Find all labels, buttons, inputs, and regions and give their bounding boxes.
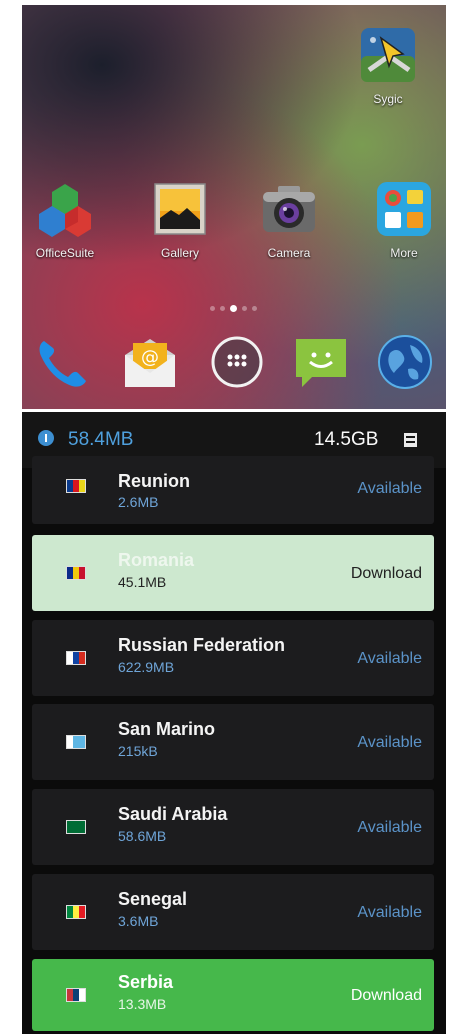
home-page-indicator — [210, 305, 257, 312]
map-name: Saudi Arabia — [118, 804, 228, 824]
map-row-serbia[interactable]: Serbia 13.3MB Download — [32, 959, 434, 1031]
map-status: Available — [357, 734, 422, 751]
page-dot — [210, 306, 215, 311]
app-camera[interactable]: Camera — [247, 180, 331, 260]
sygic-icon — [359, 26, 417, 84]
map-size: 2.6MB — [118, 494, 159, 510]
browser-globe-icon[interactable] — [376, 333, 434, 391]
map-status: Available — [357, 480, 422, 497]
map-name: San Marino — [118, 719, 216, 739]
app-officesuite[interactable]: OfficeSuite — [23, 180, 107, 260]
map-row-san-marino[interactable]: San Marino 215kB Available — [32, 704, 434, 780]
map-size: 45.1MB — [118, 574, 167, 590]
map-size: 215kB — [118, 743, 158, 759]
flag-icon — [66, 566, 86, 580]
app-label: Camera — [267, 246, 311, 260]
map-size: 13.3MB — [118, 996, 167, 1012]
app-label: Gallery — [160, 246, 199, 260]
map-download-screen: 58.4MB 14.5GB Reunion 2.6MB Available Ro… — [22, 412, 446, 1034]
map-name: Russian Federation — [118, 635, 286, 655]
sd-card-icon — [404, 433, 417, 447]
email-icon[interactable]: @ — [121, 333, 179, 391]
flag-icon — [66, 988, 86, 1002]
page-dot — [220, 306, 225, 311]
download-button[interactable]: Download — [351, 987, 422, 1005]
flag-icon — [66, 820, 86, 834]
page-dot-current — [230, 305, 237, 312]
flag-icon — [66, 905, 86, 919]
app-gallery[interactable]: Gallery — [138, 180, 222, 260]
app-label: OfficeSuite — [35, 246, 95, 260]
map-size: 622.9MB — [118, 659, 175, 675]
camera-icon — [260, 180, 318, 238]
map-status: Available — [357, 904, 422, 921]
map-name: Romania — [118, 550, 195, 570]
free-space-text: 14.5GB — [314, 429, 379, 450]
download-size-text: 58.4MB — [68, 429, 134, 450]
map-row-saudi-arabia[interactable]: Saudi Arabia 58.6MB Available — [32, 789, 434, 865]
map-status: Available — [357, 650, 422, 667]
map-size: 3.6MB — [118, 913, 159, 929]
page-dot — [252, 306, 257, 311]
phone-icon[interactable] — [34, 333, 92, 391]
home-screen: Sygic OfficeSuite Gallery Camera More @ — [22, 5, 446, 409]
flag-icon — [66, 651, 86, 665]
app-folder-more[interactable]: More — [362, 180, 446, 260]
flag-icon — [66, 735, 86, 749]
svg-text:@: @ — [141, 347, 159, 368]
map-row-reunion[interactable]: Reunion 2.6MB Available — [32, 456, 434, 524]
info-icon[interactable] — [38, 430, 54, 446]
map-name: Senegal — [118, 889, 188, 909]
officesuite-icon — [36, 180, 94, 238]
app-label: Sygic — [373, 92, 403, 106]
map-name: Serbia — [118, 972, 174, 992]
map-row-senegal[interactable]: Senegal 3.6MB Available — [32, 874, 434, 950]
app-label: More — [390, 246, 418, 260]
app-drawer-icon[interactable] — [208, 333, 266, 391]
gallery-icon — [151, 180, 209, 238]
app-sygic[interactable]: Sygic — [346, 26, 430, 106]
map-row-romania[interactable]: Romania 45.1MB Download — [32, 535, 434, 611]
flag-icon — [66, 479, 86, 493]
map-row-russian-federation[interactable]: Russian Federation 622.9MB Available — [32, 620, 434, 696]
map-status: Available — [357, 819, 422, 836]
messaging-icon[interactable] — [292, 333, 350, 391]
map-size: 58.6MB — [118, 828, 167, 844]
folder-icon — [375, 180, 433, 238]
download-button[interactable]: Download — [351, 565, 422, 583]
page-dot — [242, 306, 247, 311]
map-name: Reunion — [118, 471, 190, 491]
